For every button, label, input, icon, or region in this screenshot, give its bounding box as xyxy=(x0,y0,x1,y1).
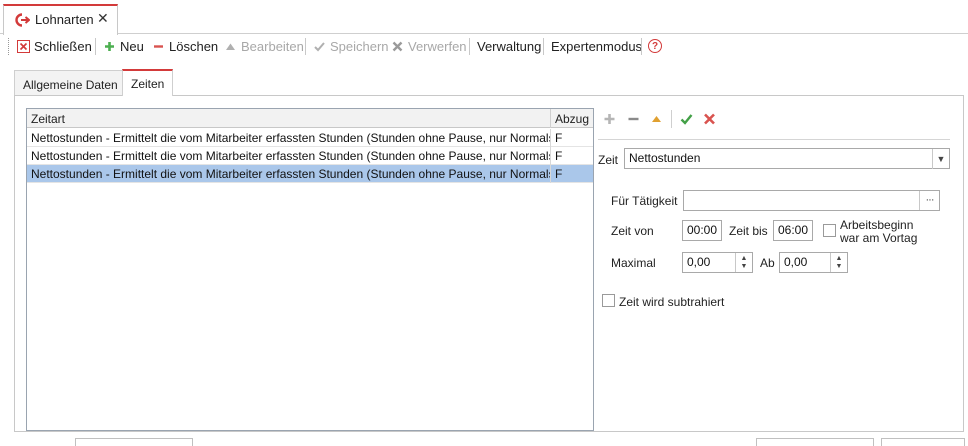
mini-toolbar-separator xyxy=(671,110,672,128)
cell-zeitart: Nettostunden - Ermittelt die vom Mitarbe… xyxy=(27,147,551,165)
arbeitsbeginn-label-line2: war am Vortag xyxy=(840,231,918,245)
zeit-combobox[interactable]: Nettostunden ▼ xyxy=(624,148,950,169)
column-header-abzug[interactable]: Abzug xyxy=(551,109,593,128)
cell-abzug: F xyxy=(555,167,563,181)
divider xyxy=(598,139,950,140)
arbeitsbeginn-vortag-checkbox[interactable] xyxy=(823,224,836,237)
manage-button[interactable]: Verwaltung xyxy=(477,37,541,55)
chevron-down-icon[interactable]: ▼ xyxy=(932,149,949,169)
save-button-label: Speichern xyxy=(330,38,389,54)
expert-mode-label: Expertenmodus xyxy=(551,38,643,54)
edit-button[interactable]: Bearbeiten xyxy=(224,37,304,55)
check-icon xyxy=(314,41,325,51)
toolbar-separator xyxy=(641,38,642,55)
spin-arrows-icon[interactable]: ▲ ▼ xyxy=(735,253,752,272)
toolbar-separator xyxy=(305,38,306,55)
toolbar-grip xyxy=(8,38,10,55)
close-tab-icon[interactable]: ✕ xyxy=(97,10,109,27)
bottom-field[interactable] xyxy=(881,438,965,446)
new-button-label: Neu xyxy=(120,38,144,54)
table-row[interactable]: Nettostunden - Ermittelt die vom Mitarbe… xyxy=(27,147,593,165)
arbeitsbeginn-label: Arbeitsbeginn war am Vortag xyxy=(840,219,917,245)
cell-zeitart: Nettostunden - Ermittelt die vom Mitarbe… xyxy=(27,129,551,147)
ellipsis-button[interactable]: ··· xyxy=(919,191,939,210)
minus-icon xyxy=(154,44,163,48)
close-box-icon xyxy=(17,39,30,53)
close-button-label: Schließen xyxy=(34,38,92,54)
document-tab-lohnarten[interactable]: Lohnarten ✕ xyxy=(3,4,118,35)
cell-abzug: F xyxy=(555,149,563,163)
triangle-up-icon xyxy=(226,43,235,50)
zeit-von-field[interactable]: 00:00 xyxy=(682,220,722,241)
edit-button-label: Bearbeiten xyxy=(241,38,304,54)
tab-zeiten[interactable]: Zeiten xyxy=(122,69,174,96)
table-row[interactable]: Nettostunden - Ermittelt die vom Mitarbe… xyxy=(27,129,593,147)
save-button[interactable]: Speichern xyxy=(313,37,389,55)
remove-time-icon[interactable] xyxy=(627,111,640,127)
discard-button-label: Verwerfen xyxy=(408,38,467,54)
tab-zeiten-label: Zeiten xyxy=(131,77,165,91)
expert-mode-button[interactable]: Expertenmodus xyxy=(551,37,642,55)
zeitart-grid[interactable]: Zeitart Abzug Nettostunden - Ermittelt d… xyxy=(26,108,594,431)
toolbar-separator xyxy=(543,38,544,55)
toolbar-separator xyxy=(469,38,470,55)
app-logo-icon xyxy=(15,13,30,27)
new-button[interactable]: Neu xyxy=(103,37,144,55)
spin-arrows-icon[interactable]: ▲ ▼ xyxy=(830,253,847,272)
cell-zeitart: Nettostunden - Ermittelt die vom Mitarbe… xyxy=(27,165,551,183)
tab-allgemeine-daten-label: Allgemeine Daten xyxy=(23,78,118,92)
ab-value: 0,00 xyxy=(784,255,808,269)
arbeitsbeginn-label-line1: Arbeitsbeginn xyxy=(840,218,914,232)
add-time-icon[interactable] xyxy=(603,111,616,127)
zeit-subtrahiert-checkbox[interactable] xyxy=(602,294,615,307)
cancel-time-icon[interactable] xyxy=(703,111,716,127)
discard-button[interactable]: Verwerfen xyxy=(391,37,467,55)
zeit-combobox-value: Nettostunden xyxy=(629,151,701,165)
toolbar: Schließen Neu Löschen Bearbeiten Speiche… xyxy=(0,34,968,58)
close-button[interactable]: Schließen xyxy=(17,37,92,55)
ab-label: Ab xyxy=(760,256,775,270)
bottom-field[interactable] xyxy=(756,438,874,446)
document-tab-title: Lohnarten xyxy=(35,12,94,27)
manage-button-label: Verwaltung xyxy=(477,38,542,54)
maximal-label: Maximal xyxy=(611,256,656,270)
column-header-zeitart[interactable]: Zeitart xyxy=(27,109,551,128)
zeit-bis-field[interactable]: 06:00 xyxy=(773,220,813,241)
help-button[interactable]: ? xyxy=(648,37,662,55)
table-row-selected[interactable]: Nettostunden - Ermittelt die vom Mitarbe… xyxy=(27,165,593,183)
ab-spinbox[interactable]: 0,00 ▲ ▼ xyxy=(779,252,848,273)
taetigkeit-label: Für Tätigkeit xyxy=(611,194,678,208)
tab-allgemeine-daten[interactable]: Allgemeine Daten xyxy=(14,70,127,96)
zeit-label: Zeit xyxy=(598,153,619,167)
delete-button[interactable]: Löschen xyxy=(152,37,218,55)
cross-icon xyxy=(392,41,403,51)
grid-header: Zeitart Abzug xyxy=(27,109,593,128)
toolbar-separator xyxy=(95,38,96,55)
zeit-von-label: Zeit von xyxy=(611,224,654,238)
confirm-time-icon[interactable] xyxy=(680,111,693,127)
maximal-value: 0,00 xyxy=(687,255,711,269)
help-icon: ? xyxy=(648,39,662,53)
delete-button-label: Löschen xyxy=(169,38,219,54)
edit-time-icon[interactable] xyxy=(650,111,663,127)
taetigkeit-field[interactable]: ··· xyxy=(683,190,940,211)
plus-icon xyxy=(105,41,114,51)
cell-abzug: F xyxy=(555,131,563,145)
zeit-subtrahiert-label: Zeit wird subtrahiert xyxy=(619,295,725,309)
zeit-bis-label: Zeit bis xyxy=(729,224,768,238)
document-tab-strip: Lohnarten ✕ xyxy=(0,0,968,35)
bottom-field[interactable] xyxy=(75,438,193,446)
maximal-spinbox[interactable]: 0,00 ▲ ▼ xyxy=(682,252,753,273)
